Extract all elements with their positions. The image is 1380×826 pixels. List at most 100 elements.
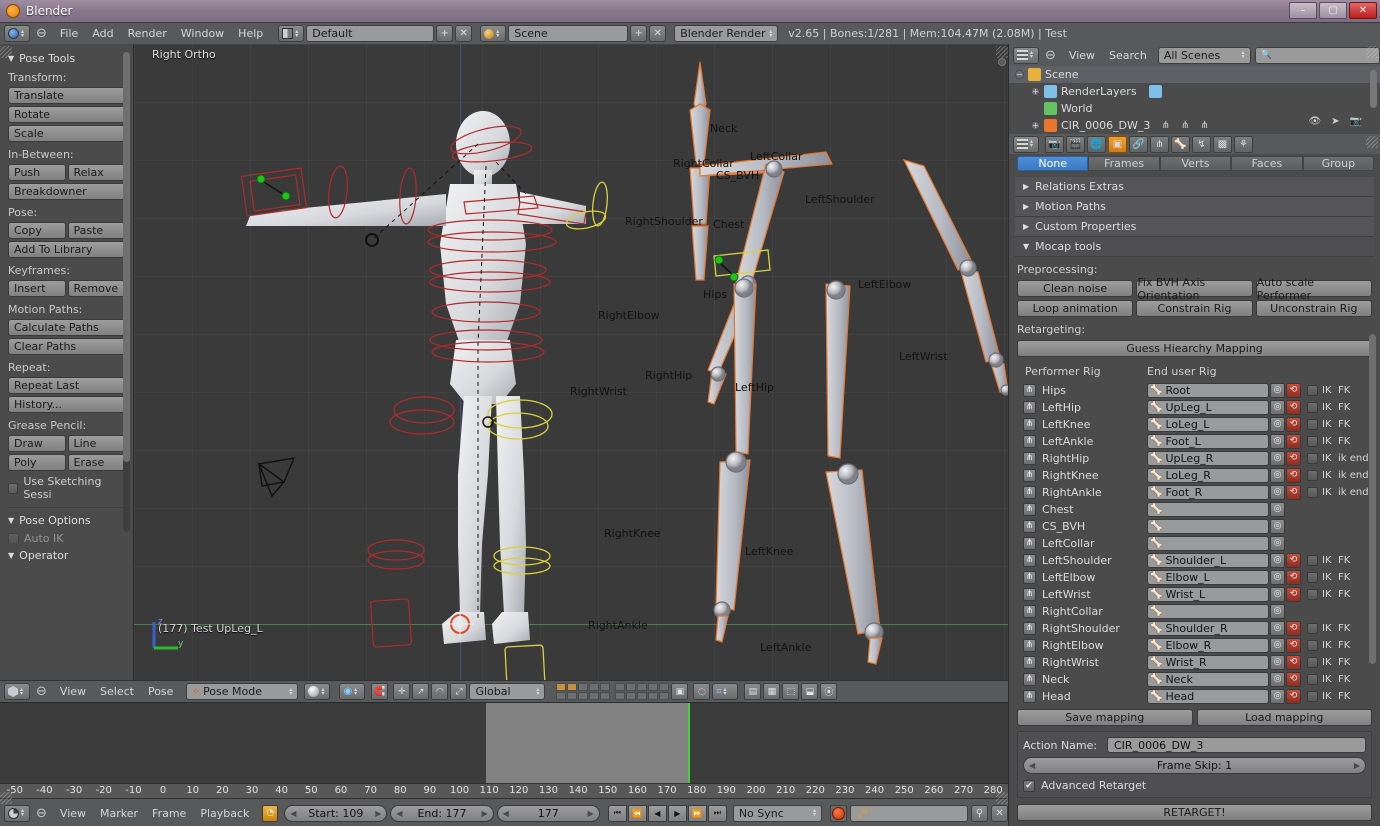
select-bone-icon[interactable]: ◎ — [1270, 382, 1285, 398]
select-bone-icon[interactable]: ◎ — [1270, 552, 1285, 568]
manipulator-toggle-icon[interactable]: ✛ — [393, 683, 411, 700]
layer-cell[interactable] — [626, 692, 637, 700]
enduser-bone-field[interactable]: 🦴 UpLeg_R — [1147, 450, 1269, 466]
subtab-faces[interactable]: Faces — [1231, 156, 1303, 171]
next-keyframe-button[interactable]: ⏩ — [687, 804, 707, 822]
layer-cell[interactable] — [578, 683, 589, 691]
ik-toggle[interactable] — [1307, 452, 1318, 464]
editor-type-selector-properties[interactable]: ▴ ▾ — [1013, 135, 1039, 153]
twist-correction-icon[interactable]: ⟲ — [1286, 399, 1301, 415]
play-reverse-button[interactable]: ◀ — [647, 804, 667, 822]
layer-cell[interactable] — [637, 692, 648, 700]
expand-icon[interactable]: + — [1031, 121, 1040, 130]
scale-button[interactable]: Scale — [8, 125, 125, 142]
area-grip[interactable] — [996, 792, 1008, 804]
menu-help[interactable]: Help — [231, 27, 270, 40]
clean-noise-button[interactable]: Clean noise — [1017, 280, 1134, 297]
outliner-scrollbar[interactable] — [1370, 70, 1377, 108]
outliner-search-menu[interactable]: Search — [1102, 49, 1154, 62]
layer-cell[interactable] — [648, 692, 659, 700]
repeat-last-button[interactable]: Repeat Last — [8, 377, 125, 394]
ik-toggle[interactable] — [1307, 418, 1318, 430]
twist-correction-icon[interactable]: ⟲ — [1286, 671, 1301, 687]
pose-lib-icon[interactable]: ⬓ — [801, 683, 819, 700]
copy-pose-button[interactable]: Copy — [8, 222, 66, 239]
clear-paths-button[interactable]: Clear Paths — [8, 338, 125, 355]
select-menu[interactable]: Select — [93, 685, 141, 698]
select-bone-icon[interactable]: ◎ — [1270, 586, 1285, 602]
chevron-left-icon[interactable]: ◀ — [1029, 761, 1035, 770]
ik-toggle[interactable] — [1307, 656, 1318, 668]
load-mapping-button[interactable]: Load mapping — [1196, 709, 1372, 726]
area-grip[interactable] — [1366, 46, 1378, 58]
layer-cell[interactable] — [626, 683, 637, 691]
collapse-menus-icon[interactable]: ⊖ — [36, 806, 47, 821]
close-button[interactable]: ✕ — [1349, 2, 1377, 19]
twist-correction-icon[interactable]: ⟲ — [1286, 637, 1301, 653]
pose-options-panel-header[interactable]: ▼ Pose Options — [8, 514, 125, 527]
viewport-collapse-handle[interactable] — [998, 58, 1006, 66]
current-frame-field[interactable]: ◀ 177 ▶ — [496, 804, 600, 822]
pose-menu[interactable]: Pose — [141, 685, 180, 698]
render-engine-select[interactable]: Blender Render ▴ ▾ — [674, 25, 779, 42]
enduser-bone-field[interactable]: 🦴 Head — [1147, 688, 1269, 704]
insert-keyframe-button[interactable]: Insert — [8, 280, 66, 297]
tab-constraints-icon[interactable]: 🔗 — [1129, 135, 1148, 153]
enduser-bone-field[interactable]: 🦴 Root — [1147, 382, 1269, 398]
screen-layout-field[interactable]: Default — [306, 25, 435, 42]
twist-correction-icon[interactable]: ⟲ — [1286, 467, 1301, 483]
menu-file[interactable]: File — [53, 27, 85, 40]
enduser-bone-field[interactable]: 🦴 Foot_L — [1147, 433, 1269, 449]
layer-cell[interactable] — [648, 683, 659, 691]
outliner-row[interactable]: − Scene — [1009, 66, 1380, 83]
breakdowner-button[interactable]: Breakdowner — [8, 183, 125, 200]
editor-type-selector-3dview[interactable]: ▴ ▾ — [4, 683, 30, 700]
viewport-shading-selector[interactable]: ▴ ▾ — [304, 683, 331, 700]
panel-custom-properties[interactable]: ▶ Custom Properties — [1015, 217, 1374, 237]
twist-correction-icon[interactable]: ⟲ — [1286, 654, 1301, 670]
ik-toggle[interactable] — [1307, 384, 1318, 396]
collapse-menus-icon[interactable]: ⊖ — [1045, 48, 1056, 63]
auto-ik-checkbox[interactable]: Auto IK — [8, 533, 125, 543]
jump-start-button[interactable]: ⏮ — [607, 804, 627, 822]
twist-correction-icon[interactable]: ⟲ — [1286, 382, 1301, 398]
menu-render[interactable]: Render — [121, 27, 174, 40]
layer-cell[interactable] — [600, 692, 611, 700]
menu-add[interactable]: Add — [85, 27, 120, 40]
layer-grid-group-1[interactable] — [556, 683, 611, 700]
twist-correction-icon[interactable]: ⟲ — [1286, 688, 1301, 704]
enduser-bone-field[interactable]: 🦴 Elbow_R — [1147, 637, 1269, 653]
jump-end-button[interactable]: ⏭ — [707, 804, 727, 822]
area-grip[interactable] — [1366, 136, 1378, 148]
twist-correction-icon[interactable]: ⟲ — [1286, 450, 1301, 466]
3d-scene-canvas[interactable]: Right Ortho (177) Test UpLeg_L z y Neck L… — [134, 44, 1008, 680]
scene-name-field[interactable]: Scene — [508, 25, 629, 42]
rotate-button[interactable]: Rotate — [8, 106, 125, 123]
chevron-right-icon[interactable]: ▶ — [375, 809, 381, 818]
prev-keyframe-button[interactable]: ⏪ — [627, 804, 647, 822]
armature-data-icon[interactable]: ⋔ — [1161, 120, 1169, 131]
select-bone-icon[interactable]: ◎ — [1270, 620, 1285, 636]
ik-toggle[interactable] — [1307, 401, 1318, 413]
subtab-frames[interactable]: Frames — [1088, 156, 1160, 171]
ik-toggle[interactable] — [1307, 486, 1318, 498]
render-layer-icon[interactable] — [1148, 85, 1162, 98]
snap-magnet-icon[interactable]: 🧲 — [371, 683, 389, 700]
area-grip[interactable] — [996, 46, 1008, 58]
ik-toggle[interactable] — [1307, 639, 1318, 651]
chevron-right-icon[interactable]: ▶ — [481, 809, 487, 818]
unconstrain-rig-button[interactable]: Unconstrain Rig — [1255, 300, 1372, 317]
timeline-marker-menu[interactable]: Marker — [93, 807, 145, 820]
timeline-frame-menu[interactable]: Frame — [145, 807, 193, 820]
subtab-group[interactable]: Group — [1302, 156, 1375, 171]
restrict-select-icon[interactable]: ➤ — [1331, 116, 1339, 127]
new-scene-button[interactable]: + — [630, 25, 648, 42]
layer-cell[interactable] — [615, 692, 626, 700]
select-bone-icon[interactable]: ◎ — [1270, 637, 1285, 653]
enduser-bone-field[interactable]: 🦴 UpLeg_L — [1147, 399, 1269, 415]
chevron-right-icon[interactable]: ▶ — [588, 809, 594, 818]
tool-shelf-scrollbar-thumb[interactable] — [123, 52, 130, 462]
ik-toggle[interactable] — [1307, 588, 1318, 600]
editor-type-selector[interactable]: ▴ ▾ — [4, 25, 30, 42]
enduser-bone-field[interactable]: 🦴 Wrist_R — [1147, 654, 1269, 670]
